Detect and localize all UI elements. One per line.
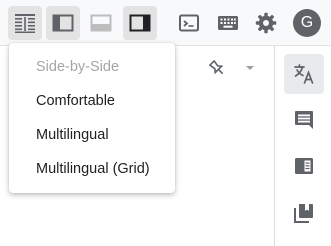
panel-divider — [274, 46, 275, 246]
gear-icon — [255, 12, 277, 34]
right-panel-layout-icon — [129, 14, 151, 32]
avatar[interactable]: G — [293, 9, 321, 37]
layout-menu: Side-by-Side Comfortable Multilingual Mu… — [9, 43, 175, 193]
right-panel-layout-button[interactable] — [123, 6, 157, 40]
bottom-panel-layout-button[interactable] — [84, 6, 118, 40]
left-panel-layout-button[interactable] — [46, 6, 80, 40]
terminal-button[interactable] — [172, 6, 206, 40]
comments-button[interactable] — [284, 100, 324, 140]
side-by-side-layout-icon — [15, 14, 35, 33]
chevron-down-icon[interactable] — [245, 65, 255, 71]
terminal-icon — [179, 14, 199, 32]
bookmarks-button[interactable] — [284, 193, 324, 233]
pin-icon[interactable] — [207, 58, 227, 78]
dictionary-button[interactable] — [284, 146, 324, 186]
menu-item-comfortable[interactable]: Comfortable — [9, 84, 175, 118]
side-by-side-layout-button[interactable] — [8, 6, 42, 40]
menu-item-multilingual-grid[interactable]: Multilingual (Grid) — [9, 152, 175, 186]
menu-item-multilingual[interactable]: Multilingual — [9, 118, 175, 152]
keyboard-button[interactable] — [211, 6, 245, 40]
settings-button[interactable] — [249, 6, 283, 40]
menu-item-side-by-side: Side-by-Side — [36, 59, 120, 75]
left-panel-layout-icon — [52, 14, 74, 32]
toolbar: G — [0, 0, 331, 46]
book-icon — [295, 158, 313, 174]
comment-icon — [295, 111, 313, 129]
translate-icon — [294, 64, 314, 84]
keyboard-icon — [218, 16, 238, 30]
bookmarks-icon — [294, 204, 313, 223]
bottom-panel-layout-icon — [90, 14, 112, 32]
translate-button[interactable] — [284, 54, 324, 94]
